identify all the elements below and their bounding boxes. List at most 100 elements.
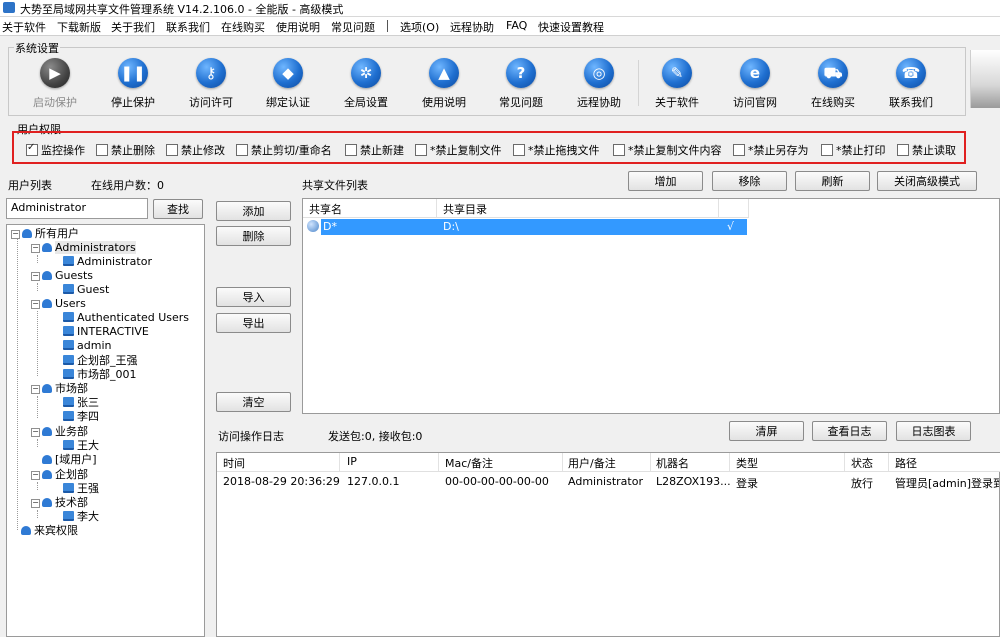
tree-group-marketing[interactable]: − 市场部 <box>31 382 88 396</box>
log-chart-button[interactable]: 日志图表 <box>896 421 971 441</box>
tree-guest-permission[interactable]: 来宾权限 <box>21 524 78 538</box>
window-title: 大势至局域网共享文件管理系统 V14.2.106.0 - 全能版 - 高级模式 <box>20 3 344 16</box>
buy-online-button[interactable]: ⛟ 在线购买 <box>798 58 868 120</box>
menu-download[interactable]: 下载新版 <box>57 19 101 35</box>
start-protection-button[interactable]: ▶ 启动保护 <box>20 58 90 120</box>
global-settings-label: 全局设置 <box>344 96 388 109</box>
perm-no-cut-rename-checkbox[interactable]: 禁止剪切/重命名 <box>236 142 332 158</box>
menu-buy-online[interactable]: 在线购买 <box>221 19 265 35</box>
perm-no-print-checkbox[interactable]: *禁止打印 <box>821 142 886 158</box>
log-cell-time: 2018-08-29 20:36:29 <box>223 475 340 488</box>
globe-icon: ◎ <box>584 58 614 88</box>
col-user[interactable]: 用户/备注 <box>568 455 616 471</box>
phone-icon: ☎ <box>896 58 926 88</box>
faq-button[interactable]: ? 常见问题 <box>486 58 556 120</box>
tree-user-market-001[interactable]: 市场部_001 <box>63 368 137 382</box>
perm-no-drag-file-checkbox[interactable]: *禁止拖拽文件 <box>513 142 600 158</box>
tree-user-admin[interactable]: admin <box>63 339 111 353</box>
perm-no-copy-file-checkbox[interactable]: *禁止复制文件 <box>415 142 502 158</box>
clear-button[interactable]: 清空 <box>216 392 291 412</box>
share-list-header: 共享名 共享目录 <box>303 199 749 218</box>
tree-user-authenticated-users[interactable]: Authenticated Users <box>63 311 189 325</box>
import-button[interactable]: 导入 <box>216 287 291 307</box>
about-software-button[interactable]: ✎ 关于软件 <box>642 58 712 120</box>
tree-group-users[interactable]: − Users <box>31 297 86 311</box>
global-settings-button[interactable]: ✲ 全局设置 <box>331 58 401 120</box>
menu-about-software[interactable]: 关于软件 <box>2 19 46 35</box>
col-ip[interactable]: IP <box>347 455 357 468</box>
col-machine[interactable]: 机器名 <box>656 455 689 471</box>
menu-contact[interactable]: 联系我们 <box>166 19 210 35</box>
tree-group-administrators[interactable]: − Administrators <box>31 241 136 255</box>
col-status[interactable]: 状态 <box>851 455 873 471</box>
share-list[interactable]: 共享名 共享目录 D* D:\ √ <box>302 198 1000 414</box>
tree-group-planning[interactable]: − 企划部 <box>31 468 88 482</box>
perm-no-create-checkbox[interactable]: 禁止新建 <box>345 142 404 158</box>
log-cell-ip: 127.0.0.1 <box>347 475 400 488</box>
bind-auth-button[interactable]: ◆ 绑定认证 <box>253 58 323 120</box>
share-row[interactable]: D* D:\ √ <box>321 219 747 235</box>
remote-assist-label: 远程协助 <box>577 96 621 109</box>
manual-button[interactable]: ▲ 使用说明 <box>409 58 479 120</box>
tree-user-wangda[interactable]: 王大 <box>63 439 99 453</box>
tree-user-planning-wangqiang[interactable]: 企划部_王强 <box>63 354 138 368</box>
menu-faq-cn[interactable]: 常见问题 <box>331 19 375 35</box>
tree-user-wangqiang[interactable]: 王强 <box>63 482 99 496</box>
delete-user-button[interactable]: 删除 <box>216 226 291 246</box>
cart-icon: ⛟ <box>818 58 848 88</box>
tree-group-tech[interactable]: − 技术部 <box>31 496 88 510</box>
official-site-button[interactable]: e 访问官网 <box>720 58 790 120</box>
log-list[interactable]: 时间 IP Mac/备注 用户/备注 机器名 类型 状态 路径 2018-08-… <box>216 452 1000 637</box>
permissions-box: 监控操作 禁止删除 禁止修改 禁止剪切/重命名 禁止新建 *禁止复制文件 *禁止… <box>12 131 966 164</box>
menu-faq[interactable]: FAQ <box>506 19 527 32</box>
menu-remote-assist[interactable]: 远程协助 <box>450 19 494 35</box>
perm-no-read-checkbox[interactable]: 禁止读取 <box>897 142 956 158</box>
tree-group-guests[interactable]: − Guests <box>31 269 93 283</box>
col-time[interactable]: 时间 <box>223 455 245 471</box>
tree-user-guest[interactable]: Guest <box>63 283 109 297</box>
checkbox-checked <box>26 142 38 156</box>
remove-share-button[interactable]: 移除 <box>712 171 787 191</box>
add-share-button[interactable]: 增加 <box>628 171 703 191</box>
col-type[interactable]: 类型 <box>736 455 758 471</box>
remote-assist-button[interactable]: ◎ 远程协助 <box>564 58 634 120</box>
perm-no-modify-checkbox[interactable]: 禁止修改 <box>166 142 225 158</box>
stop-protection-button[interactable]: ❚❚ 停止保护 <box>98 58 168 120</box>
log-cell-status: 放行 <box>851 477 873 490</box>
close-advanced-mode-button[interactable]: 关闭高级模式 <box>877 171 977 191</box>
export-button[interactable]: 导出 <box>216 313 291 333</box>
tree-user-lida[interactable]: 李大 <box>63 510 99 524</box>
menu-about-us[interactable]: 关于我们 <box>111 19 155 35</box>
perm-no-copy-content-checkbox[interactable]: *禁止复制文件内容 <box>613 142 722 158</box>
add-user-button[interactable]: 添加 <box>216 201 291 221</box>
user-search-input[interactable]: Administrator <box>6 198 148 219</box>
refresh-button[interactable]: 刷新 <box>795 171 870 191</box>
tree-user-administrator[interactable]: Administrator <box>63 255 152 269</box>
tree-user-interactive[interactable]: INTERACTIVE <box>63 325 149 339</box>
log-row[interactable]: 2018-08-29 20:36:29 127.0.0.1 00-00-00-0… <box>217 475 1000 491</box>
contact-us-button[interactable]: ☎ 联系我们 <box>876 58 946 120</box>
menu-options[interactable]: 选项(O) <box>400 19 439 35</box>
menu-quick-setup[interactable]: 快速设置教程 <box>538 19 604 35</box>
tree-root-all-users[interactable]: − 所有用户 <box>11 227 79 241</box>
user-icon <box>63 256 74 266</box>
perm-monitor-checkbox[interactable]: 监控操作 <box>26 142 85 158</box>
menu-manual[interactable]: 使用说明 <box>276 19 320 35</box>
tree-group-business[interactable]: − 业务部 <box>31 425 88 439</box>
user-tree[interactable]: − 所有用户 − Administrators Administrator − Gue… <box>6 224 205 637</box>
col-mac[interactable]: Mac/备注 <box>445 455 493 471</box>
tree-group-domain-users[interactable]: [域用户] <box>31 453 97 467</box>
buy-online-label: 在线购买 <box>811 96 855 109</box>
search-button[interactable]: 查找 <box>153 199 203 219</box>
view-log-button[interactable]: 查看日志 <box>812 421 887 441</box>
perm-no-save-as-checkbox[interactable]: *禁止另存为 <box>733 142 809 158</box>
tree-user-zhangsan[interactable]: 张三 <box>63 396 99 410</box>
user-icon <box>63 369 74 379</box>
col-share-dir[interactable]: 共享目录 <box>443 201 487 217</box>
access-permit-button[interactable]: ⚷ 访问许可 <box>176 58 246 120</box>
tree-user-lisi[interactable]: 李四 <box>63 410 99 424</box>
col-share-name[interactable]: 共享名 <box>309 201 342 217</box>
perm-no-delete-checkbox[interactable]: 禁止删除 <box>96 142 155 158</box>
clear-screen-button[interactable]: 清屏 <box>729 421 804 441</box>
col-path[interactable]: 路径 <box>895 455 917 471</box>
